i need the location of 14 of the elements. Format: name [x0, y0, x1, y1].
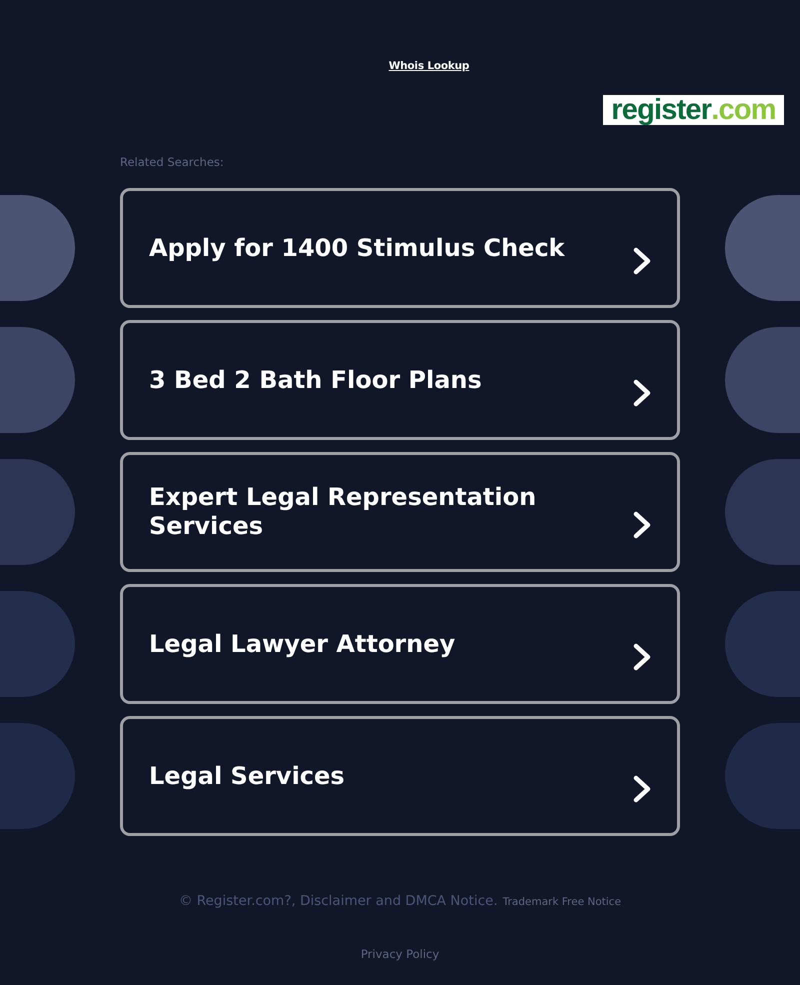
chevron-right-icon	[632, 643, 652, 671]
related-searches-heading: Related Searches:	[120, 155, 224, 169]
related-search-link[interactable]: 3 Bed 2 Bath Floor Plans	[120, 320, 680, 440]
chevron-right-icon	[632, 247, 652, 275]
related-search-link[interactable]: Apply for 1400 Stimulus Check	[120, 188, 680, 308]
copyright-text: © Register.com?, Disclaimer and DMCA Notice.	[178, 892, 498, 910]
whois-lookup-link[interactable]: Whois Lookup	[388, 59, 470, 74]
related-search-link[interactable]: Legal Lawyer Attorney	[120, 584, 680, 704]
related-search-link[interactable]: Legal Services	[120, 716, 680, 836]
chevron-right-icon	[632, 379, 652, 407]
related-search-link[interactable]: Expert Legal Representation Services	[120, 452, 680, 572]
chevron-right-icon	[632, 511, 652, 539]
chevron-right-icon	[632, 775, 652, 803]
register-logo[interactable]: register.com	[603, 95, 784, 125]
